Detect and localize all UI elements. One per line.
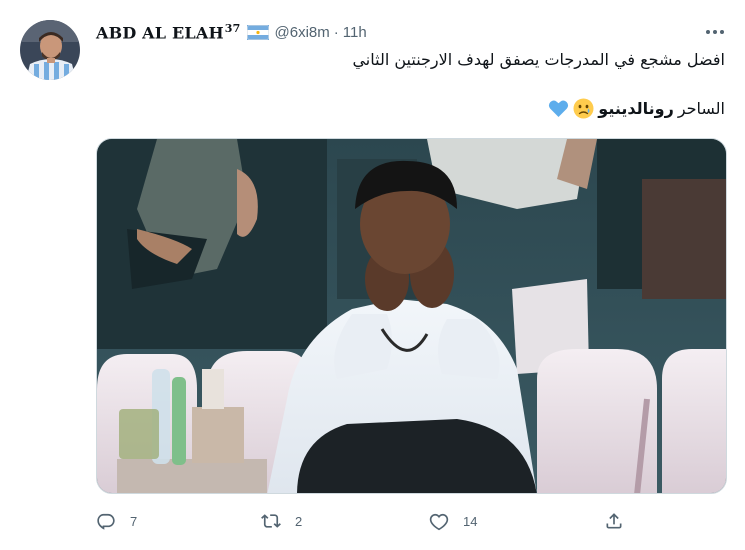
avatar[interactable] — [20, 20, 80, 80]
retweet-icon — [261, 514, 281, 528]
user-handle[interactable]: @6xi8m — [275, 24, 330, 41]
more-dot-icon — [720, 30, 724, 34]
separator-dot: · — [333, 23, 339, 41]
tweet-actions: 7 2 14 — [96, 511, 726, 535]
argentina-flag-icon — [246, 24, 269, 40]
blue-heart-emoji-icon — [548, 98, 569, 119]
more-options-button[interactable] — [700, 22, 730, 42]
more-dot-icon — [706, 30, 710, 34]
timestamp[interactable]: 11h — [343, 24, 367, 41]
display-name[interactable]: ABD AL ELAH37 — [96, 22, 241, 42]
crying-face-emoji-icon — [573, 98, 594, 119]
retweet-count: 2 — [295, 513, 303, 529]
like-count: 14 — [463, 513, 478, 529]
tweet-header: ABD AL ELAH37 @6xi8m · 11h — [96, 22, 367, 42]
more-dot-icon — [713, 30, 717, 34]
reply-button[interactable]: 7 — [96, 511, 137, 531]
like-button[interactable]: 14 — [429, 511, 477, 531]
text-prefix: الساحر — [677, 99, 725, 118]
tweet-card[interactable]: ABD AL ELAH37 @6xi8m · 11h افضل مشجع في … — [0, 0, 745, 550]
share-icon — [606, 513, 622, 529]
tweet-text-line1: افضل مشجع في المدرجات يصفق لهدف الارجنتي… — [352, 50, 725, 69]
tweet-text-line2: الساحر رونالدينيو — [548, 98, 725, 119]
reply-icon — [97, 513, 115, 530]
retweet-button[interactable]: 2 — [261, 511, 302, 531]
heart-icon — [429, 513, 449, 531]
text-bold-name: رونالدينيو — [598, 99, 674, 118]
share-button[interactable] — [604, 511, 624, 531]
reply-count: 7 — [130, 513, 138, 529]
tweet-photo[interactable] — [96, 138, 727, 494]
